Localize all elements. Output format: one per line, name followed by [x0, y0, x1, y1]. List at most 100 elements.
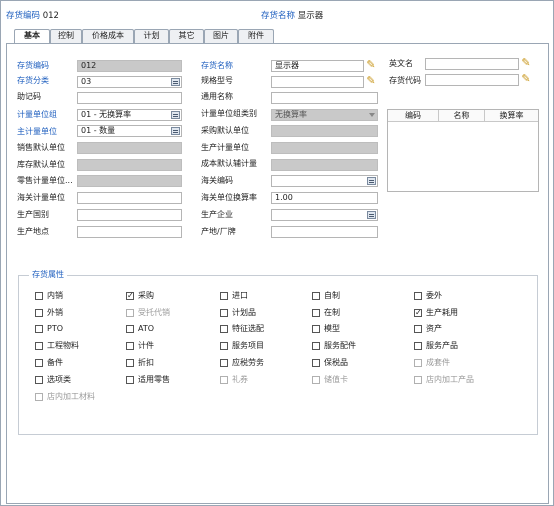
grid-header-name[interactable]: 名称 — [439, 110, 485, 122]
code-field[interactable]: 012 — [77, 60, 182, 72]
tab-plan[interactable]: 计划 — [134, 29, 169, 43]
checkbox-box — [126, 325, 134, 333]
tab-basic[interactable]: 基本 — [14, 29, 50, 44]
attribute-label: 计件 — [138, 341, 154, 350]
attribute-checkbox[interactable]: 服务配件 — [312, 340, 356, 352]
customs-uom-field[interactable] — [77, 192, 182, 204]
origin-place-field[interactable] — [77, 226, 182, 238]
attribute-label: 内销 — [47, 291, 63, 300]
checkbox-box — [414, 342, 422, 350]
customs-code-lookup-icon[interactable] — [367, 177, 376, 185]
sales-uom-label: 销售默认单位 — [17, 143, 65, 152]
english-name-edit-pencil-icon[interactable]: ✎ — [520, 57, 532, 69]
uom-group-field[interactable]: 01 - 无换算率 — [77, 109, 182, 121]
tab-attachments[interactable]: 附件 — [238, 29, 274, 43]
purchase-uom-field[interactable] — [271, 125, 378, 137]
spec-field[interactable] — [271, 76, 364, 88]
attribute-checkbox[interactable]: 内销 — [35, 290, 63, 302]
name-field[interactable]: 显示器 — [271, 60, 364, 72]
checkbox-box — [220, 376, 228, 384]
stock-uom-field[interactable] — [77, 159, 182, 171]
attribute-checkbox: 成套件 — [414, 357, 450, 369]
category-value: 03 — [81, 77, 92, 86]
origin-country-field[interactable] — [77, 209, 182, 221]
customs-rate-label: 海关单位换算率 — [201, 193, 257, 202]
header-name: 存货名称 显示器 — [261, 10, 323, 22]
attribute-checkbox: 受托代销 — [126, 307, 170, 319]
attribute-checkbox[interactable]: 应税劳务 — [220, 357, 264, 369]
attribute-checkbox[interactable]: 自制 — [312, 290, 340, 302]
customs-rate-field[interactable]: 1.00 — [271, 192, 378, 204]
inventory-code-edit-pencil-icon[interactable]: ✎ — [520, 73, 532, 85]
attribute-checkbox[interactable]: 特征选配 — [220, 323, 264, 335]
customs-code-field[interactable] — [271, 175, 378, 187]
category-lookup-icon[interactable] — [171, 78, 180, 86]
manufacturer-field[interactable] — [271, 209, 378, 221]
manufacturer-lookup-icon[interactable] — [367, 211, 376, 219]
spec-edit-pencil-icon[interactable]: ✎ — [365, 75, 377, 87]
attribute-checkbox[interactable]: 备件 — [35, 357, 63, 369]
attribute-checkbox[interactable]: 资产 — [414, 323, 442, 335]
attribute-checkbox[interactable]: 委外 — [414, 290, 442, 302]
attribute-checkbox: 店内加工材料 — [35, 391, 95, 403]
english-name-field[interactable] — [425, 58, 519, 70]
attribute-checkbox[interactable]: ATO — [126, 323, 154, 335]
attribute-checkbox[interactable]: 保税品 — [312, 357, 348, 369]
checkbox-box — [312, 292, 320, 300]
tab-price-cost[interactable]: 价格成本 — [82, 29, 134, 43]
grid-header-rate[interactable]: 换算率 — [485, 110, 538, 122]
tab-images[interactable]: 图片 — [204, 29, 238, 43]
attribute-checkbox[interactable]: 外销 — [35, 307, 63, 319]
attribute-label: 委外 — [426, 291, 442, 300]
attribute-label: 受托代销 — [138, 308, 170, 317]
main-uom-lookup-icon[interactable] — [171, 127, 180, 135]
attribute-checkbox[interactable]: 服务产品 — [414, 340, 458, 352]
attribute-label: 选项类 — [47, 375, 71, 384]
main-uom-field[interactable]: 01 - 数量 — [77, 125, 182, 137]
attribute-checkbox[interactable]: 模型 — [312, 323, 340, 335]
attribute-checkbox[interactable]: 选项类 — [35, 374, 71, 386]
cost-aux-uom-label: 成本默认辅计量 — [201, 159, 257, 168]
checkbox-box — [126, 376, 134, 384]
common-name-field[interactable] — [271, 92, 378, 104]
uom-group-value: 01 - 无换算率 — [81, 110, 132, 119]
tab-bar: 基本 控制 价格成本 计划 其它 图片 附件 — [14, 29, 274, 44]
cost-aux-uom-field[interactable] — [271, 159, 378, 171]
mnemonic-field[interactable] — [77, 92, 182, 104]
attribute-label: 进口 — [232, 291, 248, 300]
attribute-checkbox[interactable]: 服务项目 — [220, 340, 264, 352]
attribute-checkbox[interactable]: 计划品 — [220, 307, 256, 319]
checkbox-box — [312, 342, 320, 350]
uom-conversion-grid[interactable]: 编码 名称 换算率 — [387, 109, 539, 192]
customs-uom-label: 海关计量单位 — [17, 193, 65, 202]
attribute-checkbox[interactable]: 适用零售 — [126, 374, 170, 386]
attribute-label: 计划品 — [232, 308, 256, 317]
attribute-checkbox[interactable]: 计件 — [126, 340, 154, 352]
attribute-checkbox[interactable]: ✓ 生产耗用 — [414, 307, 458, 319]
checkbox-box — [220, 359, 228, 367]
inventory-code-field[interactable] — [425, 74, 519, 86]
attribute-checkbox[interactable]: 进口 — [220, 290, 248, 302]
attribute-checkbox[interactable]: 折扣 — [126, 357, 154, 369]
retail-uom-field[interactable] — [77, 175, 182, 187]
category-field[interactable]: 03 — [77, 76, 182, 88]
name-edit-pencil-icon[interactable]: ✎ — [365, 59, 377, 71]
grid-header-code[interactable]: 编码 — [388, 110, 439, 122]
attribute-label: 特征选配 — [232, 324, 264, 333]
name-label: 存货名称 — [201, 61, 233, 70]
uom-group-lookup-icon[interactable] — [171, 111, 180, 119]
tab-control[interactable]: 控制 — [50, 29, 82, 43]
attribute-label: 资产 — [426, 324, 442, 333]
brand-field[interactable] — [271, 226, 378, 238]
attribute-checkbox[interactable]: 在制 — [312, 307, 340, 319]
attribute-checkbox[interactable]: 工程物料 — [35, 340, 79, 352]
attribute-checkbox[interactable]: ✓ 采购 — [126, 290, 154, 302]
attribute-label: 服务配件 — [324, 341, 356, 350]
uom-group-type-select[interactable]: 无换算率 — [271, 109, 378, 121]
attribute-checkbox[interactable]: PTO — [35, 323, 63, 335]
production-uom-field[interactable] — [271, 142, 378, 154]
checkbox-box — [126, 342, 134, 350]
tab-other[interactable]: 其它 — [169, 29, 204, 43]
attribute-label: 礼券 — [232, 375, 248, 384]
sales-uom-field[interactable] — [77, 142, 182, 154]
